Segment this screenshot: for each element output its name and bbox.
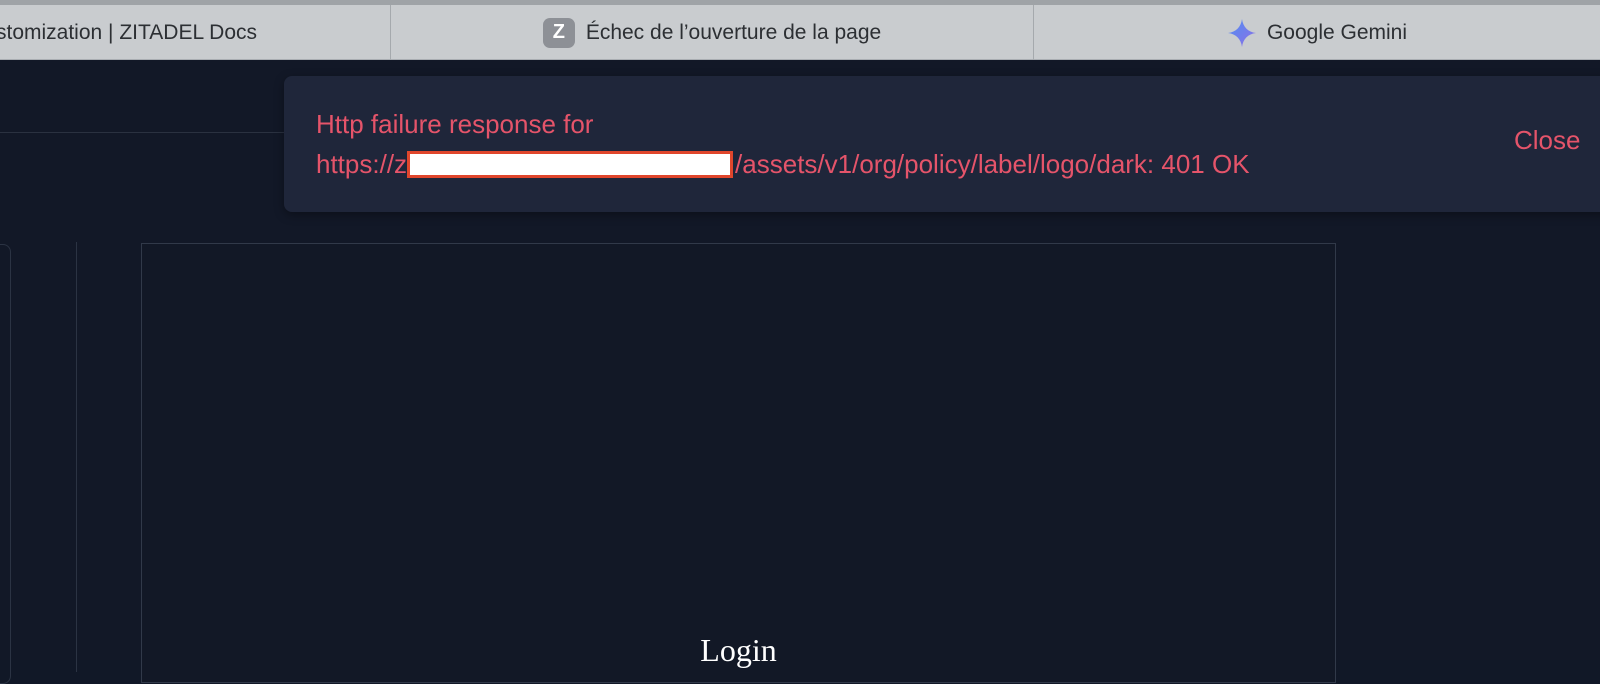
login-preview-title: Login	[700, 632, 777, 668]
error-message-line1: Http failure response for	[316, 109, 594, 139]
close-button[interactable]: Close	[1514, 125, 1580, 156]
login-preview-frame: Login	[141, 243, 1336, 683]
tab-page-load-failed[interactable]: Z Échec de l’ouverture de la page	[391, 5, 1034, 60]
tab-zitadel-docs[interactable]: stomization | ZITADEL Docs	[0, 5, 391, 60]
browser-tab-bar: stomization | ZITADEL Docs Z Échec de l’…	[0, 0, 1600, 60]
tab-label: stomization | ZITADEL Docs	[0, 20, 258, 44]
tab-label: Échec de l’ouverture de la page	[585, 20, 882, 44]
settings-side-card	[0, 244, 11, 684]
error-url-suffix: /assets/v1/org/policy/label/logo/dark: 4…	[735, 149, 1250, 179]
redacted-domain-box	[407, 150, 734, 178]
divider	[76, 242, 77, 672]
error-message: Http failure response for https://z/asse…	[316, 104, 1516, 184]
tab-google-gemini[interactable]: Google Gemini	[1034, 5, 1600, 60]
error-url-prefix: https://z	[316, 149, 408, 179]
tab-label: Google Gemini	[1266, 20, 1408, 44]
header-strip	[0, 60, 300, 133]
error-snackbar: Http failure response for https://z/asse…	[284, 76, 1600, 212]
gemini-sparkle-icon	[1227, 18, 1257, 48]
error-message-line2: https://z/assets/v1/org/policy/label/log…	[316, 144, 1516, 184]
zitadel-z-icon: Z	[542, 17, 575, 48]
